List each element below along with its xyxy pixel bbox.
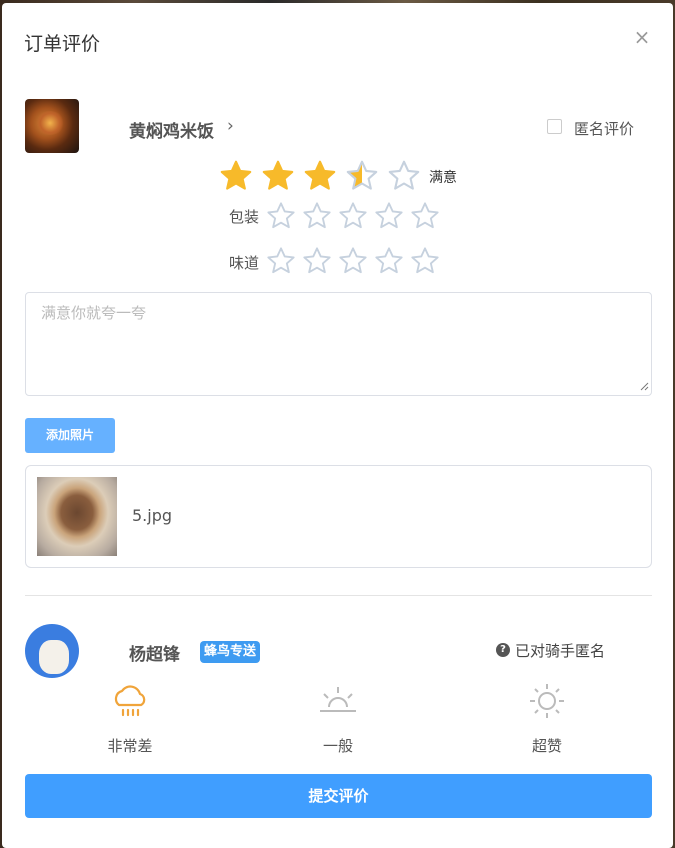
photo-list: 5.jpg [25,465,652,568]
star-icon[interactable] [260,158,296,194]
star-icon[interactable] [301,245,333,277]
comment-textarea[interactable]: 满意你就夸一夸 [25,292,652,396]
rider-name: 杨超锋 [129,645,180,665]
question-icon[interactable]: ? [496,643,510,657]
star-icon[interactable] [344,158,380,194]
star-icon[interactable] [265,245,297,277]
product-name[interactable]: 黄焖鸡米饭 [129,117,214,142]
product-image [25,99,79,153]
delivery-badge: 蜂鸟专送 [200,641,261,663]
mood-very-bad[interactable]: 非常差 [95,681,165,756]
review-dialog: 订单评价 × 黄焖鸡米饭 › 匿名评价 满意 包装 味道 满意你就夸一夸 添加照… [2,3,673,848]
rain-cloud-icon [114,685,146,717]
rider-anonymous-text[interactable]: 已对骑手匿名 [515,640,605,661]
resize-handle-icon[interactable] [639,381,649,391]
anonymous-label[interactable]: 匿名评价 [574,118,634,139]
star-icon[interactable] [409,245,441,277]
star-icon[interactable] [218,158,254,194]
dialog-title: 订单评价 [24,33,101,55]
star-icon[interactable] [386,158,422,194]
submit-button[interactable]: 提交评价 [25,774,652,818]
star-icon[interactable] [301,200,333,232]
taste-label: 味道 [229,254,260,272]
mood-label-excellent: 超赞 [531,737,562,755]
sunset-icon [320,687,356,712]
mood-label-very-bad: 非常差 [107,737,153,755]
taste-rating[interactable] [265,245,445,277]
star-icon[interactable] [409,200,441,232]
photo-thumbnail[interactable] [37,477,117,556]
star-icon[interactable] [337,245,369,277]
photo-filename: 5.jpg [132,506,173,525]
mood-average[interactable]: 一般 [303,681,373,756]
star-icon[interactable] [373,200,405,232]
section-divider [25,595,652,596]
sun-icon [530,684,564,718]
avatar [25,624,79,678]
star-icon[interactable] [337,200,369,232]
overall-rating[interactable] [218,158,428,194]
chevron-right-icon[interactable]: › [227,116,234,136]
star-icon[interactable] [302,158,338,194]
packaging-rating[interactable] [265,200,445,232]
star-icon[interactable] [265,200,297,232]
rider-face [39,640,69,674]
add-photo-button[interactable]: 添加照片 [25,418,115,453]
star-icon[interactable] [373,245,405,277]
anonymous-checkbox[interactable] [547,119,562,134]
overall-rating-text: 满意 [429,170,457,186]
packaging-label: 包装 [229,208,260,226]
close-icon[interactable]: × [632,27,652,47]
mood-label-average: 一般 [322,737,353,755]
mood-excellent[interactable]: 超赞 [512,681,582,756]
